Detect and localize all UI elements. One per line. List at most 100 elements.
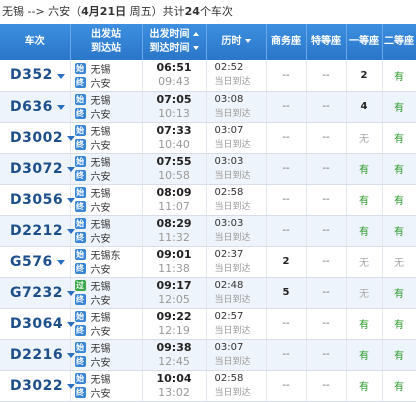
terminal-station-icon: 终 [74,387,86,398]
seat-premium: -- [306,370,347,402]
header-duration[interactable]: 历时 [206,24,267,60]
terminal-station-icon: 终 [74,139,86,150]
header-time-arr: 到达时间 [149,43,190,54]
expand-stops-icon[interactable] [56,260,65,265]
seat-premium: -- [306,246,347,278]
train-number[interactable]: D636 [10,99,53,115]
train-number-cell[interactable]: D636 [0,91,71,123]
sort-asc-icon[interactable] [192,32,199,36]
train-number[interactable]: D3072 [10,161,63,177]
train-number-cell[interactable]: D352 [0,60,71,92]
expand-stops-icon[interactable] [67,136,76,141]
duration-cell: 02:37 当日到达 [206,246,267,278]
seat-first: 4 [346,91,383,123]
train-number[interactable]: D352 [10,67,53,83]
time-cell: 08:29 11:32 [142,215,207,247]
header-station-from: 出发站 [91,29,121,40]
header-premium-label: 特等座 [311,36,341,47]
arrival-time: 10:13 [158,106,190,120]
sort-desc-icon[interactable] [244,39,251,43]
header-second: 二等座 [382,24,416,60]
train-row[interactable]: D352 始无锡终六安 06:51 09:43 02:52 当日到达 -- -- 2 有 [0,60,416,92]
arrival-time: 09:43 [158,75,190,89]
route-from: 无锡 [2,5,24,18]
train-number[interactable]: D3022 [10,378,63,394]
expand-stops-icon[interactable] [67,167,76,172]
duration: 02:48 [214,279,244,291]
train-number-cell[interactable]: G7232 [0,277,75,309]
to-station: 六安 [90,358,111,369]
train-number[interactable]: G576 [10,254,53,270]
seat-second: 有 [382,91,416,123]
header-train[interactable]: 车次 [0,24,71,60]
header-stations[interactable]: 出发站 到达站 [70,24,143,60]
expand-stops-icon[interactable] [66,291,75,296]
seat-second: 有 [382,60,416,92]
expand-stops-icon[interactable] [56,73,65,79]
expand-stops-icon[interactable] [67,322,76,327]
duration-cell: 02:58 当日到达 [206,184,267,216]
duration: 03:07 [214,341,244,353]
seat-first: 有 [346,153,383,185]
expand-stops-icon[interactable] [67,198,76,203]
train-number-cell[interactable]: G576 [0,246,71,278]
train-number-cell[interactable]: D3022 [0,370,76,402]
train-number-cell[interactable]: D3056 [0,184,76,216]
seat-second: 有 [382,339,416,371]
train-number[interactable]: D3064 [10,316,63,332]
arrive-day: 当日到达 [214,201,251,212]
train-number[interactable]: D2216 [10,347,63,363]
expand-stops-icon[interactable] [67,229,76,234]
departure-time: 10:04 [156,371,192,385]
departure-time: 07:33 [156,123,192,137]
sort-desc-icon[interactable] [192,46,199,50]
expand-stops-icon[interactable] [67,353,76,358]
train-row[interactable]: D3072 始无锡终六安 07:55 10:58 03:03 当日到达 -- -- 有有 [0,153,416,185]
time-cell: 09:22 12:19 [142,308,207,340]
route-count: 24 [184,5,200,18]
terminal-station-icon: 终 [74,108,86,119]
route-count-prefix: ）共计 [151,5,185,18]
arrival-time: 10:40 [158,137,190,151]
origin-station-icon: 始 [74,187,86,198]
train-number[interactable]: D3002 [10,130,63,146]
train-number-cell[interactable]: D3002 [0,122,76,154]
train-row[interactable]: D3056 始无锡终六安 08:09 11:07 02:58 当日到达 -- -- 有有 [0,184,416,216]
origin-station-icon: 始 [74,62,86,74]
train-number-cell[interactable]: D2212 [0,215,76,247]
expand-stops-icon[interactable] [67,384,76,389]
train-row[interactable]: D636 始无锡终六安 07:05 10:13 03:08 当日到达 -- -- 4 有 [0,91,416,123]
train-number-cell[interactable]: D3072 [0,153,76,185]
expand-stops-icon[interactable] [56,105,65,110]
arrive-day: 当日到达 [214,77,251,88]
route-summary: 无锡 --> 六安（4月21日 周五）共计24个车次 [0,0,416,24]
train-number[interactable]: G7232 [10,285,63,301]
table-header-row: 车次 出发站 到达站 出发时间 到达时间 历时 商务座 特等座 一等座 二等座 [0,24,416,60]
train-row[interactable]: D2216 始无锡终六安 09:38 12:45 03:07 当日到达 -- -- 有有 [0,339,416,371]
train-row[interactable]: D3022 始无锡终六安 10:04 13:02 02:58 当日到达 -- -- 有有 [0,370,416,402]
seat-first: 有 [346,370,383,402]
duration-cell: 02:48 当日到达 [206,277,267,309]
seat-business: -- [266,60,307,92]
header-times[interactable]: 出发时间 到达时间 [142,24,207,60]
train-row[interactable]: D3064 始无锡终六安 09:22 12:19 02:57 当日到达 -- -- 有有 [0,308,416,340]
from-station: 无锡东 [90,251,121,262]
train-row[interactable]: G576 始无锡东终六安 09:01 11:38 02:37 当日到达 2 -- 无无 [0,246,416,278]
seat-premium: -- [306,215,347,247]
train-number[interactable]: D2212 [10,223,63,239]
station-cell: 始无锡终六安 [70,153,143,185]
train-number-cell[interactable]: D2216 [0,339,76,371]
train-row[interactable]: D2212 始无锡终六安 08:29 11:32 03:03 当日到达 -- -- 有有 [0,215,416,247]
to-station: 六安 [90,327,111,338]
to-station: 六安 [90,78,111,90]
train-row[interactable]: D3002 始无锡终六安 07:33 10:40 03:07 当日到达 -- -- 无有 [0,122,416,154]
train-row[interactable]: G7232 过无锡终六安 09:17 12:05 02:48 当日到达 5 -- 无有 [0,277,416,309]
route-weekday: 周五 [129,5,152,18]
to-station: 六安 [90,389,111,400]
duration-cell: 02:52 当日到达 [206,60,267,92]
train-number-cell[interactable]: D3064 [0,308,76,340]
train-number[interactable]: D3056 [10,192,63,208]
seat-premium: -- [306,122,347,154]
seat-second: 有 [382,308,416,340]
seat-business: -- [266,370,307,402]
